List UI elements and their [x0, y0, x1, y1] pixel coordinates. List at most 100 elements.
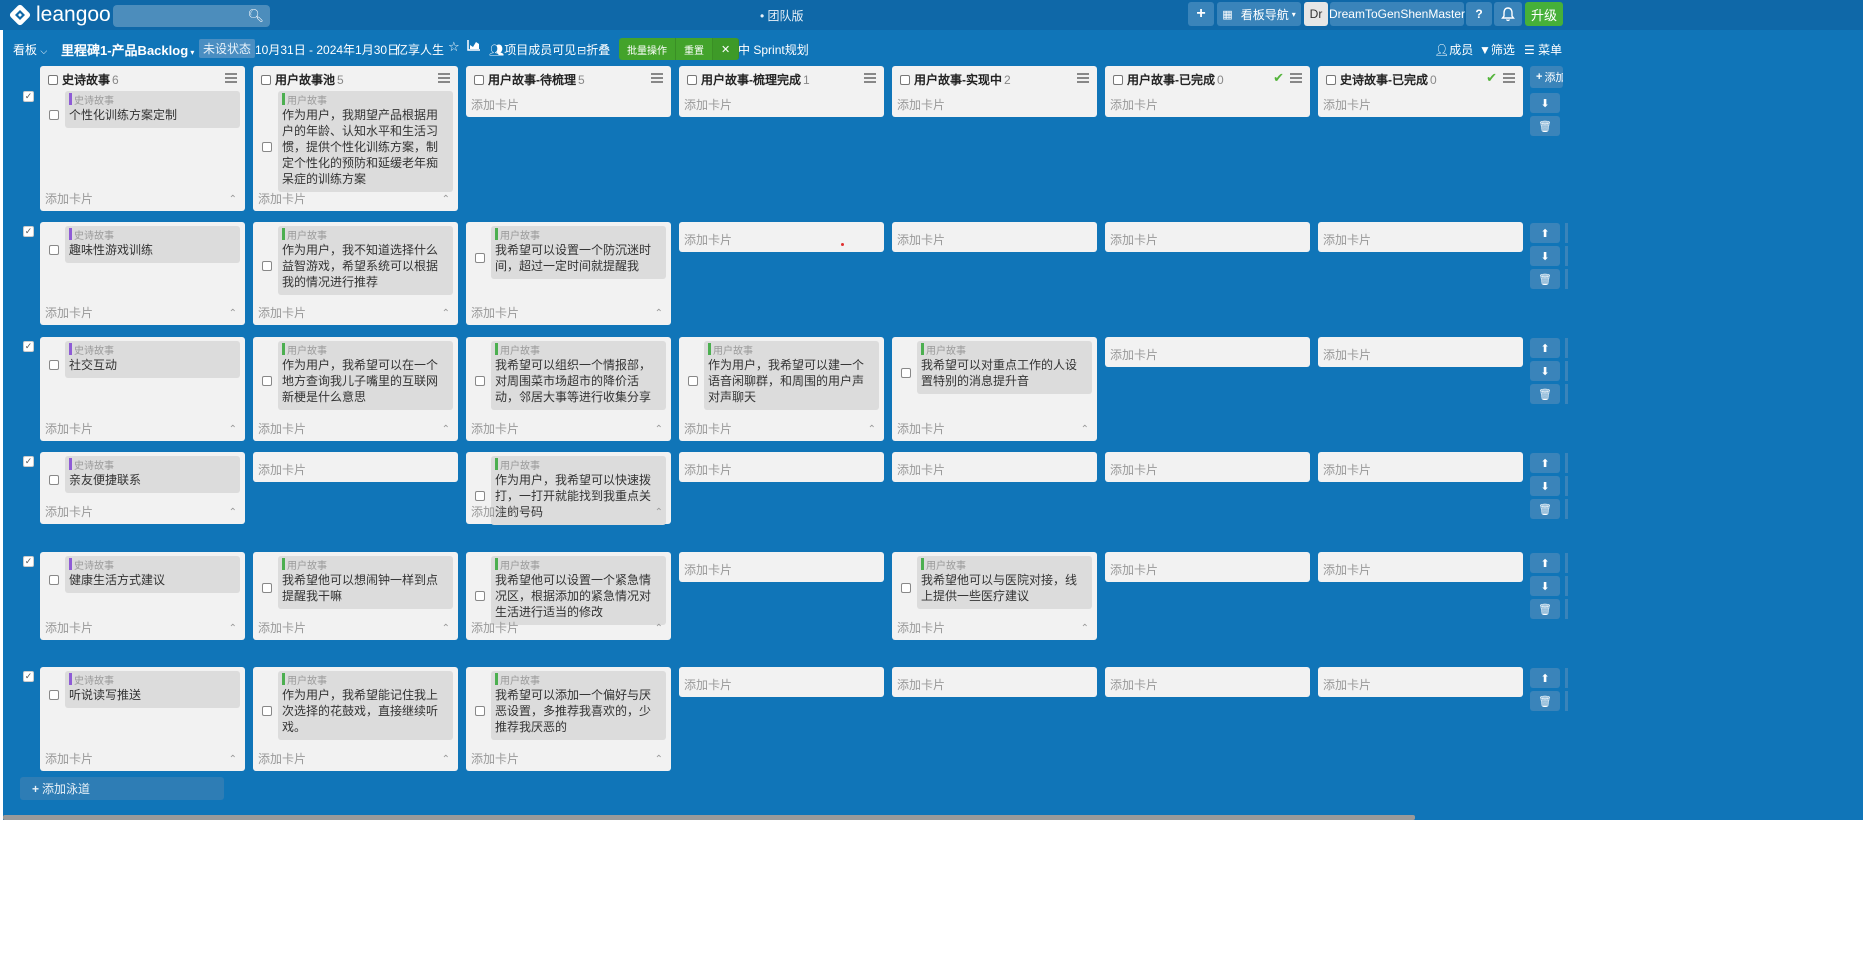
notification-button[interactable]	[1494, 2, 1522, 26]
card-checkbox[interactable]	[49, 360, 59, 370]
lane-delete-icon[interactable]: 🗑︎	[1530, 499, 1560, 519]
story-card[interactable]: 用户故事 作为用户，我希望可以在一个地方查询我儿子嘴里的互联网新梗是什么意思	[278, 341, 453, 410]
add-card-link[interactable]: 添加卡片	[471, 503, 519, 520]
add-card-link[interactable]: 添加卡片	[897, 619, 945, 636]
add-card-link[interactable]: 添加卡片	[1110, 561, 1158, 578]
card-checkbox[interactable]	[901, 583, 911, 593]
card-checkbox[interactable]	[49, 575, 59, 585]
column-checkbox[interactable]	[48, 74, 58, 85]
card-checkbox[interactable]	[475, 491, 485, 501]
lane-move-up-icon[interactable]: ⬆	[1530, 338, 1560, 358]
add-button[interactable]: +	[1188, 2, 1214, 26]
help-button[interactable]: ?	[1466, 2, 1492, 26]
add-card-link[interactable]: 添加卡片	[258, 750, 306, 767]
column-menu-icon[interactable]	[225, 73, 237, 83]
card-checkbox[interactable]	[475, 591, 485, 601]
collapse-icon[interactable]: ⌃	[442, 754, 450, 765]
add-card-link[interactable]: 添加卡片	[471, 420, 519, 437]
lane-checkbox[interactable]: ✓	[23, 226, 34, 237]
add-card-link[interactable]: 添加卡片	[1323, 346, 1371, 363]
add-card-link[interactable]: 添加卡片	[1110, 346, 1158, 363]
column-checkbox[interactable]	[261, 74, 271, 85]
owner-label[interactable]: 亿享人生	[396, 41, 444, 58]
chart-icon[interactable]	[467, 38, 481, 55]
lane-delete-icon[interactable]: 🗑︎	[1530, 599, 1560, 619]
collapse-icon[interactable]: ⌃	[868, 424, 876, 435]
add-card-link[interactable]: 添加卡片	[1110, 96, 1158, 113]
lane-move-down-icon[interactable]: ⬇	[1530, 576, 1560, 596]
story-card[interactable]: 用户故事 作为用户，我期望产品根据用户的年龄、认知水平和生活习惯，提供个性化训练方…	[278, 91, 453, 192]
collapse-icon[interactable]: ⌃	[1081, 623, 1089, 634]
members-button[interactable]: 👤︎成员	[1434, 41, 1473, 58]
avatar[interactable]: Dr	[1304, 2, 1328, 26]
lane-move-up-icon[interactable]: ⬆	[1530, 223, 1560, 243]
add-card-link[interactable]: 添加卡片	[684, 461, 732, 478]
add-card-link[interactable]: 添加卡片	[258, 304, 306, 321]
collapse-icon[interactable]: ⌃	[655, 754, 663, 765]
story-card[interactable]: 用户故事 我希望可以添加一个偏好与厌恶设置，多推荐我喜欢的，少推荐我厌恶的	[491, 671, 666, 740]
upgrade-button[interactable]: 升级	[1525, 2, 1563, 26]
lane-checkbox[interactable]: ✓	[23, 341, 34, 352]
add-card-link[interactable]: 添加卡片	[471, 750, 519, 767]
story-card[interactable]: 用户故事 我希望可以组织一个情报部，对周围菜市场超市的降价活动，邻居大事等进行收集…	[491, 341, 666, 410]
add-card-link[interactable]: 添加卡片	[1323, 561, 1371, 578]
fold-toggle[interactable]: ⊟折叠	[577, 41, 610, 58]
search-icon[interactable]: 🔍︎	[247, 8, 264, 24]
column-checkbox[interactable]	[474, 74, 484, 85]
add-card-link[interactable]: 添加卡片	[1323, 96, 1371, 113]
story-card[interactable]: 用户故事 我希望他可以想闹钟一样到点提醒我干嘛	[278, 556, 453, 609]
add-card-link[interactable]: 添加卡片	[258, 619, 306, 636]
lane-checkbox[interactable]: ✓	[23, 91, 34, 102]
lane-checkbox[interactable]: ✓	[23, 671, 34, 682]
filter-button[interactable]: ▼筛选	[1479, 41, 1515, 58]
story-card[interactable]: 用户故事 作为用户，我不知道选择什么益智游戏，希望系统可以根据我的情况进行推荐	[278, 226, 453, 295]
column-menu-icon[interactable]	[438, 73, 450, 83]
board-nav-button[interactable]: ▦ 看板导航 ▾	[1217, 2, 1301, 26]
horizontal-scrollbar[interactable]	[3, 815, 1415, 820]
card-checkbox[interactable]	[262, 583, 272, 593]
collapse-icon[interactable]: ⌃	[229, 424, 237, 435]
lane-trash-icon[interactable]: 🗑︎	[1530, 116, 1560, 136]
collapse-icon[interactable]: ⌃	[655, 623, 663, 634]
lane-delete-icon[interactable]: 🗑︎	[1530, 691, 1560, 711]
lane-down-icon[interactable]: ⬇	[1530, 93, 1560, 113]
collapse-icon[interactable]: ⌃	[229, 754, 237, 765]
story-card[interactable]: 用户故事 作为用户，我希望能记住我上次选择的花鼓戏，直接继续听戏。	[278, 671, 453, 740]
card-checkbox[interactable]	[262, 261, 272, 271]
epic-card[interactable]: 史诗故事 社交互动	[65, 341, 240, 378]
epic-card[interactable]: 史诗故事 趣味性游戏训练	[65, 226, 240, 263]
lane-move-up-icon[interactable]: ⬆	[1530, 553, 1560, 573]
batch-operation-button[interactable]: 批量操作	[619, 38, 676, 60]
column-checkbox[interactable]	[687, 74, 697, 85]
add-card-link[interactable]: 添加卡片	[258, 190, 306, 207]
column-menu-icon[interactable]	[864, 73, 876, 83]
add-card-link[interactable]: 添加卡片	[45, 190, 93, 207]
epic-card[interactable]: 史诗故事 健康生活方式建议	[65, 556, 240, 593]
close-icon[interactable]: ✕	[713, 38, 740, 60]
add-card-link[interactable]: 添加卡片	[684, 420, 732, 437]
collapse-icon[interactable]: ⌃	[229, 194, 237, 205]
collapse-icon[interactable]: ⌃	[442, 424, 450, 435]
card-checkbox[interactable]	[901, 368, 911, 378]
reset-button[interactable]: 重置	[676, 38, 713, 60]
story-card[interactable]: 用户故事 我希望可以设置一个防沉迷时间，超过一定时间就提醒我	[491, 226, 666, 279]
add-card-link[interactable]: 添加卡片	[897, 676, 945, 693]
add-card-link[interactable]: 添加卡片	[897, 96, 945, 113]
card-checkbox[interactable]	[475, 253, 485, 263]
add-card-link[interactable]: 添加卡片	[1323, 231, 1371, 248]
card-checkbox[interactable]	[262, 376, 272, 386]
story-card[interactable]: 用户故事 作为用户，我希望可以建一个语音闲聊群，和周围的用户声对声聊天	[704, 341, 879, 410]
card-checkbox[interactable]	[688, 376, 698, 386]
add-card-link[interactable]: 添加卡片	[897, 461, 945, 478]
card-checkbox[interactable]	[475, 706, 485, 716]
column-checkbox[interactable]	[1326, 74, 1336, 85]
collapse-icon[interactable]: ⌃	[655, 308, 663, 319]
view-switch[interactable]: 看板 ⌵	[13, 41, 47, 58]
add-card-link[interactable]: 添加卡片	[684, 231, 732, 248]
add-card-link[interactable]: 添加卡片	[471, 619, 519, 636]
add-card-link[interactable]: 添加卡片	[1110, 461, 1158, 478]
collapse-icon[interactable]: ⌃	[442, 308, 450, 319]
card-checkbox[interactable]	[262, 706, 272, 716]
add-card-link[interactable]: 添加卡片	[45, 420, 93, 437]
add-card-link[interactable]: 添加卡片	[684, 561, 732, 578]
